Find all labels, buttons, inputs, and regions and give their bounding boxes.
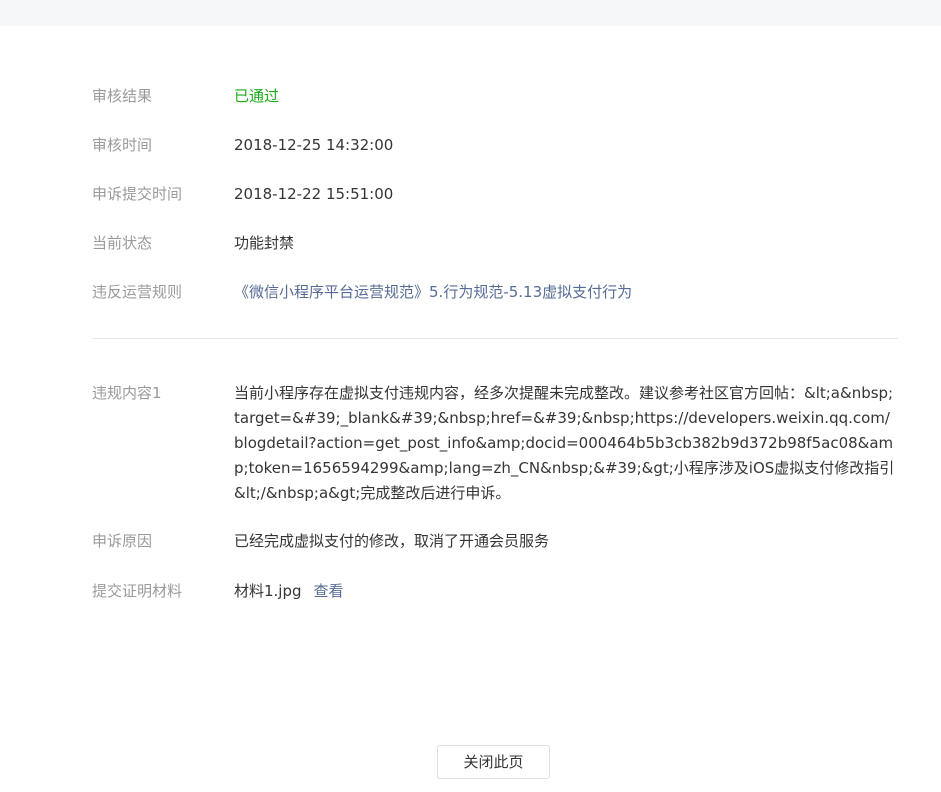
- evidence-value: 材料1.jpg 查看: [234, 579, 898, 604]
- review-result-value: 已通过: [234, 87, 280, 105]
- violation-content-value: 当前小程序存在虚拟支付违规内容，经多次提醒未完成整改。建议参考社区官方回帖：&l…: [234, 384, 895, 502]
- evidence-file-name: 材料1.jpg: [234, 582, 302, 600]
- current-status-value: 功能封禁: [234, 234, 295, 252]
- violated-rule-label: 违反运营规则: [92, 283, 183, 301]
- review-time-value: 2018-12-25 14:32:00: [234, 136, 394, 154]
- violation-content-label: 违规内容1: [92, 384, 162, 402]
- review-time-label: 审核时间: [92, 136, 153, 154]
- top-bar: [0, 0, 941, 26]
- view-evidence-link[interactable]: 查看: [314, 582, 344, 600]
- review-result-label: 审核结果: [92, 87, 153, 105]
- close-page-button[interactable]: 关闭此页: [437, 745, 550, 779]
- appeal-submit-time-value: 2018-12-22 15:51:00: [234, 185, 394, 203]
- appeal-reason-value: 已经完成虚拟支付的修改，取消了开通会员服务: [234, 532, 550, 550]
- evidence-label: 提交证明材料: [92, 582, 183, 600]
- current-status-label: 当前状态: [92, 234, 153, 252]
- section-divider: [92, 338, 898, 339]
- appeal-submit-time-label: 申诉提交时间: [92, 185, 183, 203]
- violated-rule-link[interactable]: 《微信小程序平台运营规范》5.行为规范-5.13虚拟支付行为: [234, 280, 898, 305]
- appeal-reason-label: 申诉原因: [92, 532, 153, 550]
